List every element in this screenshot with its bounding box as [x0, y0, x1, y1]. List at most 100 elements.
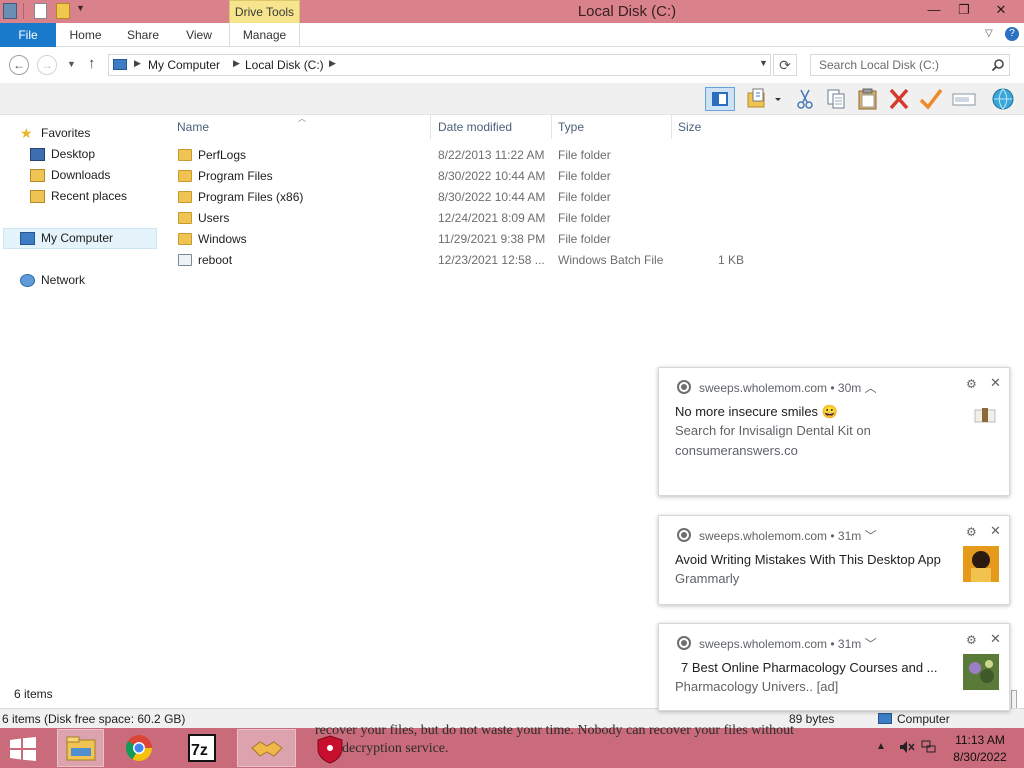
ransom-text-line: decryption service. [342, 741, 449, 756]
sort-ascending-icon: ︿ [298, 114, 306, 123]
taskbar-handshake[interactable] [237, 729, 296, 767]
taskbar-file-explorer[interactable] [57, 729, 104, 767]
close-icon[interactable]: ✕ [990, 375, 1001, 391]
notification-source: sweeps.wholemom.com • 30m ︿ [699, 381, 877, 395]
notification-card[interactable]: sweeps.wholemom.com • 30m ︿ ⚙ ✕ No more … [658, 367, 1010, 496]
7zip-icon: 7z [188, 734, 216, 762]
window-title: Local Disk (C:) [577, 3, 677, 20]
file-date: 12/24/2021 8:09 AM [438, 211, 546, 225]
file-row[interactable]: Program Files 8/30/2022 10:44 AM File fo… [174, 166, 774, 187]
search-box[interactable] [810, 54, 1010, 76]
folder-icon [178, 191, 192, 203]
help-icon[interactable]: ? [1005, 27, 1019, 41]
column-header-size[interactable]: Size [672, 115, 750, 139]
folder-icon [178, 170, 192, 182]
properties-globe-icon[interactable] [990, 87, 1016, 111]
copy-icon[interactable] [823, 87, 849, 111]
tab-file[interactable]: File [0, 23, 56, 47]
file-size: 1 KB [717, 253, 744, 267]
file-row[interactable]: Windows 11/29/2021 9:38 PM File folder [174, 229, 774, 250]
chrome-icon [677, 380, 691, 394]
file-row[interactable]: reboot 12/23/2021 12:58 ... Windows Batc… [174, 250, 774, 271]
network-icon[interactable] [921, 740, 937, 754]
search-input[interactable] [811, 55, 981, 75]
file-name: Windows [198, 232, 247, 246]
network-icon [20, 274, 35, 287]
clock-time[interactable]: 11:13 AM [940, 733, 1020, 747]
cut-icon[interactable] [792, 87, 818, 111]
close-icon[interactable]: ✕ [990, 523, 1001, 539]
file-row[interactable]: Program Files (x86) 8/30/2022 10:44 AM F… [174, 187, 774, 208]
delete-icon[interactable] [886, 87, 912, 111]
address-dropdown-icon[interactable]: ▼ [759, 58, 768, 68]
computer-icon [113, 59, 127, 70]
minimize-button[interactable]: — [920, 0, 948, 20]
move-to-folder-icon[interactable] [745, 87, 771, 111]
notification-card[interactable]: sweeps.wholemom.com • 31m ﹀ ⚙ ✕ 7 Best O… [658, 623, 1010, 711]
clock-date[interactable]: 8/30/2022 [940, 750, 1020, 764]
gear-icon[interactable]: ⚙ [966, 525, 977, 539]
ribbon-tabs: File Home Share View Manage ▽ ? [0, 23, 1024, 47]
notification-source: sweeps.wholemom.com • 31m ﹀ [699, 529, 877, 543]
gear-icon[interactable]: ⚙ [966, 633, 977, 647]
close-icon[interactable]: ✕ [990, 631, 1001, 647]
show-hidden-icons-chevron-icon[interactable]: ▲ [876, 741, 886, 752]
forward-button[interactable]: → [37, 55, 57, 75]
tab-view[interactable]: View [172, 23, 226, 47]
expand-ribbon-chevron-icon[interactable]: ▽ [985, 28, 993, 39]
file-type: File folder [558, 169, 611, 183]
notification-image [963, 654, 999, 690]
computer-icon [878, 713, 892, 724]
windows-start-icon[interactable] [9, 737, 37, 761]
breadcrumb-my-computer[interactable]: My Computer [148, 58, 220, 72]
refresh-button[interactable]: ⟳ [773, 54, 797, 76]
column-header-type[interactable]: Type [552, 115, 672, 139]
file-date: 8/22/2013 11:22 AM [438, 148, 545, 162]
file-date: 12/23/2021 12:58 ... [438, 253, 545, 267]
notification-title: Avoid Writing Mistakes With This Desktop… [675, 552, 941, 567]
rename-icon[interactable] [951, 87, 977, 111]
svg-text:7z: 7z [191, 742, 208, 759]
folder-icon [178, 149, 192, 161]
handshake-icon [251, 741, 283, 757]
address-bar[interactable]: ▶ My Computer ▶ Local Disk (C:) ▶ ▼ [108, 54, 771, 76]
file-type: File folder [558, 211, 611, 225]
file-date: 8/30/2022 10:44 AM [438, 169, 546, 183]
file-name: Program Files [198, 169, 273, 183]
preview-pane-button[interactable] [705, 87, 735, 111]
location-status: Computer [897, 712, 950, 726]
breadcrumb-chevron-icon[interactable]: ▶ [329, 58, 336, 69]
taskbar-chrome[interactable] [116, 729, 163, 767]
nav-network-label: Network [41, 273, 86, 287]
recent-locations-chevron-icon[interactable]: ▼ [67, 59, 76, 69]
notification-card[interactable]: sweeps.wholemom.com • 31m ﹀ ⚙ ✕ Avoid Wr… [658, 515, 1010, 605]
file-row[interactable]: PerfLogs 8/22/2013 11:22 AM File folder [174, 145, 774, 166]
search-icon[interactable] [991, 58, 1005, 72]
back-button[interactable]: ← [9, 55, 29, 75]
paste-icon[interactable] [855, 87, 881, 111]
file-name: reboot [198, 253, 233, 267]
breadcrumb-chevron-icon[interactable]: ▶ [233, 58, 240, 69]
notification-body: Pharmacology Univers.. [ad] [675, 679, 839, 694]
tab-manage[interactable]: Manage [229, 23, 300, 47]
up-button[interactable]: ↑ [88, 55, 96, 72]
file-row[interactable]: Users 12/24/2021 8:09 AM File folder [174, 208, 774, 229]
move-to-dropdown-icon[interactable] [772, 87, 784, 111]
checkmark-icon[interactable] [918, 87, 944, 111]
breadcrumb-chevron-icon[interactable]: ▶ [134, 58, 141, 69]
close-button[interactable]: ✕ [984, 0, 1018, 20]
notification-body: Grammarly [675, 571, 740, 586]
column-header-date-modified[interactable]: Date modified [432, 115, 552, 139]
star-icon: ★ [20, 125, 33, 141]
file-type: File folder [558, 148, 611, 162]
tab-share[interactable]: Share [116, 23, 170, 47]
gear-icon[interactable]: ⚙ [966, 377, 977, 391]
computer-icon [20, 232, 35, 245]
breadcrumb-local-disk[interactable]: Local Disk (C:) [245, 58, 324, 72]
disk-free-status: 6 items (Disk free space: 60.2 GB) [2, 712, 186, 726]
volume-muted-icon[interactable] [899, 740, 915, 754]
taskbar-7zip[interactable]: 7z [178, 729, 225, 767]
tab-home[interactable]: Home [58, 23, 113, 47]
nav-desktop-label: Desktop [51, 147, 96, 161]
maximize-button[interactable]: ❐ [950, 0, 978, 20]
